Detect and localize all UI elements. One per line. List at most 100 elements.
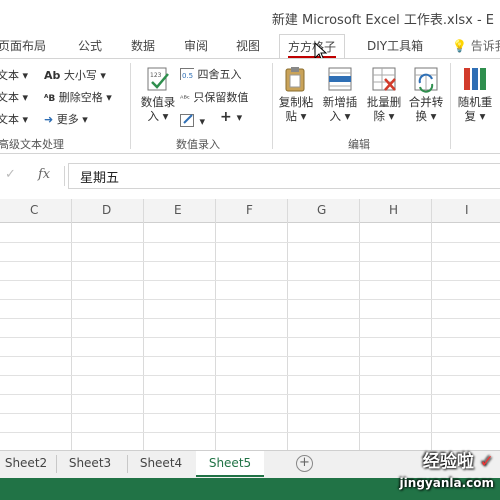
merge-convert-label-2: 换 ▾ — [415, 109, 437, 123]
merge-convert-button[interactable]: 合并转 换 ▾ — [404, 65, 448, 129]
random-repeat-button[interactable]: 随机重 复 ▾ — [453, 65, 497, 129]
confirm-check-icon[interactable]: ✓ — [5, 167, 16, 182]
tab-diy-toolbox[interactable]: DIY工具箱 — [367, 37, 423, 54]
row-gridline — [0, 432, 500, 433]
excel-window: 新建 Microsoft Excel 工作表.xlsx - E 页面布局 公式 … — [0, 0, 500, 500]
text-group-label: 高级文本处理 — [0, 138, 64, 151]
group-separator — [130, 63, 131, 149]
merge-convert-label-1: 合并转 — [408, 95, 444, 109]
lightbulb-icon: 💡 — [452, 39, 467, 53]
add-sheet-plus-icon[interactable]: + — [296, 455, 313, 472]
insert-label-1: 新增插 — [322, 95, 358, 109]
formula-bar: ✓ fx 星期五 — [0, 160, 500, 192]
formula-input[interactable] — [68, 163, 500, 189]
numeric-entry-icon: 123 — [144, 65, 172, 93]
text-dropdown-1[interactable]: 文本 ▾ — [0, 67, 28, 83]
random-repeat-icon — [461, 65, 489, 93]
svg-text:123: 123 — [150, 72, 162, 79]
row-gridline — [0, 318, 500, 319]
batch-delete-icon — [370, 65, 398, 93]
watermark-url: jingyanla.com — [399, 476, 494, 490]
edit-group-label: 编辑 — [348, 138, 370, 151]
tab-fangfangezi-label: 方方格子 — [288, 40, 337, 54]
number-group-label: 数值录入 — [176, 138, 220, 151]
row-gridline — [0, 280, 500, 281]
batch-delete-label-2: 除 ▾ — [373, 109, 395, 123]
case-button[interactable]: Ab 大小写 ▾ — [44, 67, 106, 83]
row-gridline — [0, 375, 500, 376]
row-gridline — [0, 261, 500, 262]
remove-space-icon: ᴬB — [44, 94, 56, 104]
copy-paste-label-2: 贴 ▾ — [285, 109, 307, 123]
checkmark-icon: ✓ — [479, 452, 494, 472]
row-gridline — [0, 242, 500, 243]
numeric-entry-label-1: 数值录 — [140, 95, 176, 109]
round-button[interactable]: 0.5 四舍五入 — [180, 66, 242, 82]
more-button[interactable]: ➜ 更多 ▾ — [44, 111, 88, 127]
column-headers: C D E F G H I — [0, 199, 500, 223]
column-header-d[interactable]: D — [102, 203, 111, 217]
remove-space-button[interactable]: ᴬB 删除空格 ▾ — [44, 89, 112, 105]
batch-delete-button[interactable]: 批量删 除 ▾ — [362, 65, 406, 129]
tell-me-label: 告诉我 — [470, 39, 500, 53]
text-dropdown-3[interactable]: 文本 ▾ — [0, 111, 28, 127]
tab-divider — [127, 455, 128, 473]
tab-fangfangezi[interactable]: 方方格子 — [279, 34, 346, 59]
plus-dropdown[interactable]: + ▾ — [220, 109, 242, 125]
watermark-text: 经验啦 ✓ — [422, 452, 494, 472]
formula-separator — [64, 166, 65, 186]
random-repeat-label-1: 随机重 — [457, 95, 493, 109]
column-header-i[interactable]: I — [465, 203, 469, 217]
abc-icon: ᴬᴮᶜ — [180, 94, 190, 103]
copy-paste-button[interactable]: 复制粘 贴 ▾ — [274, 65, 318, 129]
row-gridline — [0, 337, 500, 338]
tab-view[interactable]: 视图 — [236, 37, 260, 54]
title-bar: 新建 Microsoft Excel 工作表.xlsx - E — [0, 0, 500, 34]
ribbon-tabs: 页面布局 公式 数据 审阅 视图 方方格子 DIY工具箱 💡 告诉我 — [0, 34, 500, 59]
case-icon: Ab — [44, 69, 61, 82]
tell-me-box[interactable]: 💡 告诉我 — [452, 37, 500, 54]
tab-divider — [56, 455, 57, 473]
row-gridline — [0, 413, 500, 414]
column-header-h[interactable]: H — [389, 203, 398, 217]
column-header-g[interactable]: G — [317, 203, 326, 217]
column-header-c[interactable]: C — [30, 203, 38, 217]
edit-pencil-icon — [180, 114, 194, 127]
row-gridline — [0, 299, 500, 300]
tab-data[interactable]: 数据 — [131, 37, 155, 54]
column-header-e[interactable]: E — [174, 203, 182, 217]
batch-delete-label-1: 批量删 — [366, 95, 402, 109]
random-repeat-label-2: 复 ▾ — [464, 109, 486, 123]
group-separator — [272, 63, 273, 149]
formula-value: 星期五 — [80, 171, 120, 186]
row-gridline — [0, 394, 500, 395]
insert-label-2: 入 ▾ — [329, 109, 351, 123]
sheet-tab-sheet3[interactable]: Sheet3 — [58, 451, 122, 477]
arrow-right-icon: ➜ — [44, 113, 54, 126]
group-separator — [450, 63, 451, 149]
ribbon-panel: 文本 ▾ 文本 ▾ 文本 ▾ Ab 大小写 ▾ ᴬB 删除空格 ▾ ➜ 更多 ▾… — [0, 58, 500, 154]
copy-paste-label-1: 复制粘 — [278, 95, 314, 109]
tab-review[interactable]: 审阅 — [184, 37, 208, 54]
svg-text:0.5: 0.5 — [182, 72, 193, 80]
numeric-entry-label-2: 入 ▾ — [147, 109, 169, 123]
tab-page-layout[interactable]: 页面布局 — [0, 37, 46, 54]
keep-values-button[interactable]: ᴬᴮᶜ 只保留数值 — [180, 89, 248, 105]
row-gridline — [0, 356, 500, 357]
insert-button[interactable]: 新增插 入 ▾ — [318, 65, 362, 129]
tab-formulas[interactable]: 公式 — [78, 37, 102, 54]
window-title: 新建 Microsoft Excel 工作表.xlsx - E — [271, 13, 494, 28]
numeric-entry-button[interactable]: 123 数值录 入 ▾ — [136, 65, 180, 129]
edit-tool-dropdown[interactable]: ▾ — [180, 111, 205, 128]
sheet-tab-sheet5[interactable]: Sheet5 — [196, 451, 264, 477]
merge-convert-icon — [412, 65, 440, 93]
column-header-f[interactable]: F — [246, 203, 253, 217]
clipboard-icon — [282, 65, 310, 93]
insert-function-button[interactable]: fx — [38, 167, 50, 182]
plus-icon: + — [220, 109, 232, 125]
text-dropdown-2[interactable]: 文本 ▾ — [0, 89, 28, 105]
insert-rows-icon — [326, 65, 354, 93]
round-icon: 0.5 — [180, 68, 196, 82]
sheet-tab-sheet2[interactable]: Sheet2 — [0, 451, 52, 477]
sheet-tab-sheet4[interactable]: Sheet4 — [129, 451, 193, 477]
